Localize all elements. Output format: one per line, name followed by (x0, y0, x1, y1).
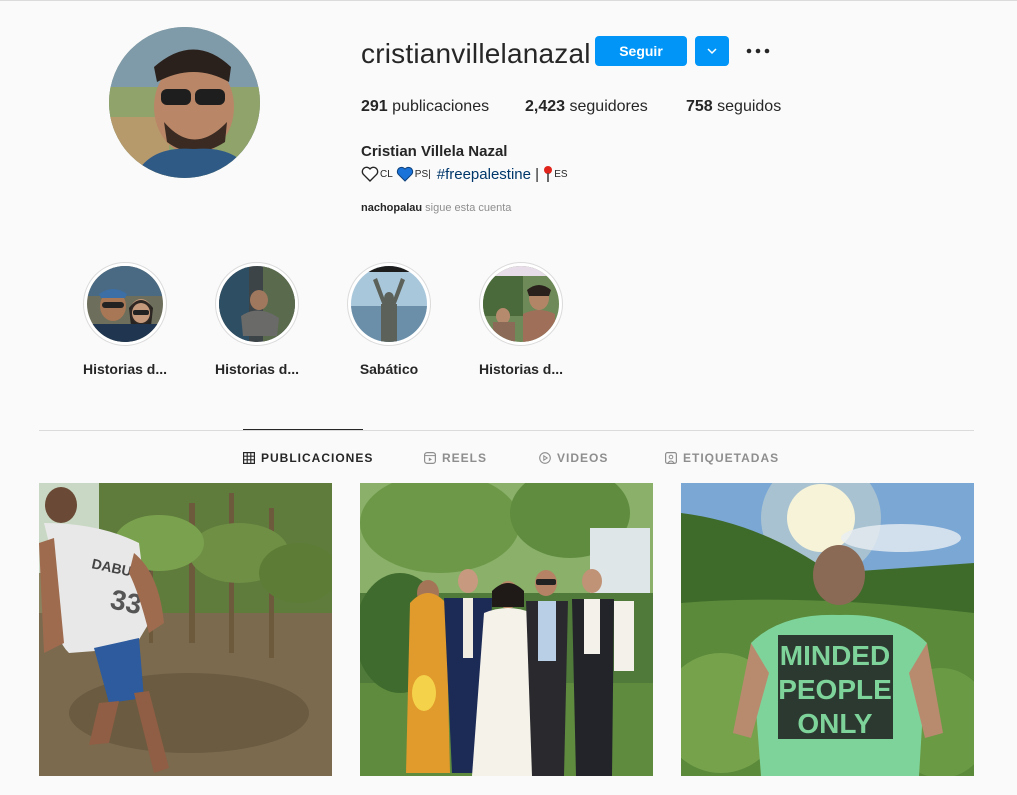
avatar-photo (109, 27, 260, 178)
grid-icon (243, 452, 255, 464)
shirt-text-line: MINDED (780, 640, 890, 671)
suggestions-dropdown-button[interactable] (695, 36, 729, 66)
profile-bio: CL PS| #freepalestine | ES (361, 165, 571, 183)
post-thumbnail[interactable] (360, 483, 653, 776)
highlight-label: Sabático (359, 361, 419, 377)
bio-ps: PS| (414, 168, 431, 180)
profile-avatar[interactable] (109, 27, 260, 178)
followers-count[interactable]: 2,423 seguidores (525, 98, 648, 116)
tab-reels[interactable]: REELS (424, 450, 487, 466)
followers-label: seguidores (565, 98, 648, 115)
play-icon (539, 452, 551, 464)
white-heart-icon (361, 166, 379, 182)
post-image: MINDED PEOPLE ONLY (681, 483, 974, 776)
shirt-text-line: ONLY (797, 708, 873, 739)
tab-videos[interactable]: VIDEOS (539, 450, 608, 466)
tab-etiquetadas[interactable]: ETIQUETADAS (665, 450, 779, 466)
highlight-item[interactable]: Historias d... (202, 262, 312, 377)
following-label: seguidos (712, 98, 782, 115)
highlight-ring (347, 262, 431, 346)
followers-number: 2,423 (525, 98, 566, 115)
followed-by-user: nachopalau (361, 202, 423, 214)
post-thumbnail[interactable]: MINDED PEOPLE ONLY (681, 483, 974, 776)
pin-icon (544, 166, 553, 182)
more-dots-icon (746, 48, 770, 54)
highlight-cover (483, 266, 559, 342)
shirt-text-line: PEOPLE (778, 674, 892, 705)
highlight-label: Historias d... (214, 361, 300, 377)
hashtag-link[interactable]: #freepalestine (437, 166, 531, 183)
follow-button[interactable]: Seguir (595, 36, 687, 66)
highlight-label: Historias d... (478, 361, 564, 377)
highlight-item[interactable]: Historias d... (70, 262, 180, 377)
following-number: 758 (686, 98, 713, 115)
highlight-ring (215, 262, 299, 346)
bio-separator: | (530, 165, 544, 183)
posts-count: 291 publicaciones (361, 98, 489, 116)
highlight-label: Historias d... (82, 361, 168, 377)
post-image: DABURY 33 (39, 483, 332, 776)
reels-icon (424, 452, 436, 464)
tab-label: REELS (442, 451, 488, 465)
blue-heart-icon (396, 166, 413, 182)
highlight-ring (479, 262, 563, 346)
more-options-button[interactable] (744, 38, 772, 64)
highlight-cover (351, 266, 427, 342)
active-tab-indicator (243, 429, 363, 430)
following-count[interactable]: 758 seguidos (686, 98, 781, 116)
chevron-down-icon (707, 48, 717, 55)
profile-username: cristianvillelanazal (361, 38, 591, 69)
posts-number: 291 (361, 98, 388, 115)
tab-publicaciones[interactable]: PUBLICACIONES (243, 450, 373, 466)
tab-label: VIDEOS (557, 451, 609, 465)
followed-by-text: sigue esta cuenta (422, 202, 512, 214)
highlight-ring (83, 262, 167, 346)
followed-by[interactable]: nachopalau sigue esta cuenta (361, 202, 511, 214)
tab-label: PUBLICACIONES (261, 451, 374, 465)
highlight-cover (87, 266, 163, 342)
bio-es: ES (554, 168, 568, 180)
post-thumbnail[interactable]: DABURY 33 (39, 483, 332, 776)
bio-cl: CL (380, 168, 393, 180)
highlight-item[interactable]: Historias d... (466, 262, 576, 377)
profile-full-name: Cristian Villela Nazal (361, 143, 508, 160)
top-border (0, 0, 1017, 1)
tagged-icon (665, 452, 677, 464)
highlight-item[interactable]: Sabático (334, 262, 444, 377)
highlight-cover (219, 266, 295, 342)
post-image (360, 483, 653, 776)
posts-label: publicaciones (387, 98, 490, 115)
tab-label: ETIQUETADAS (683, 451, 780, 465)
tabs-divider (39, 430, 974, 431)
